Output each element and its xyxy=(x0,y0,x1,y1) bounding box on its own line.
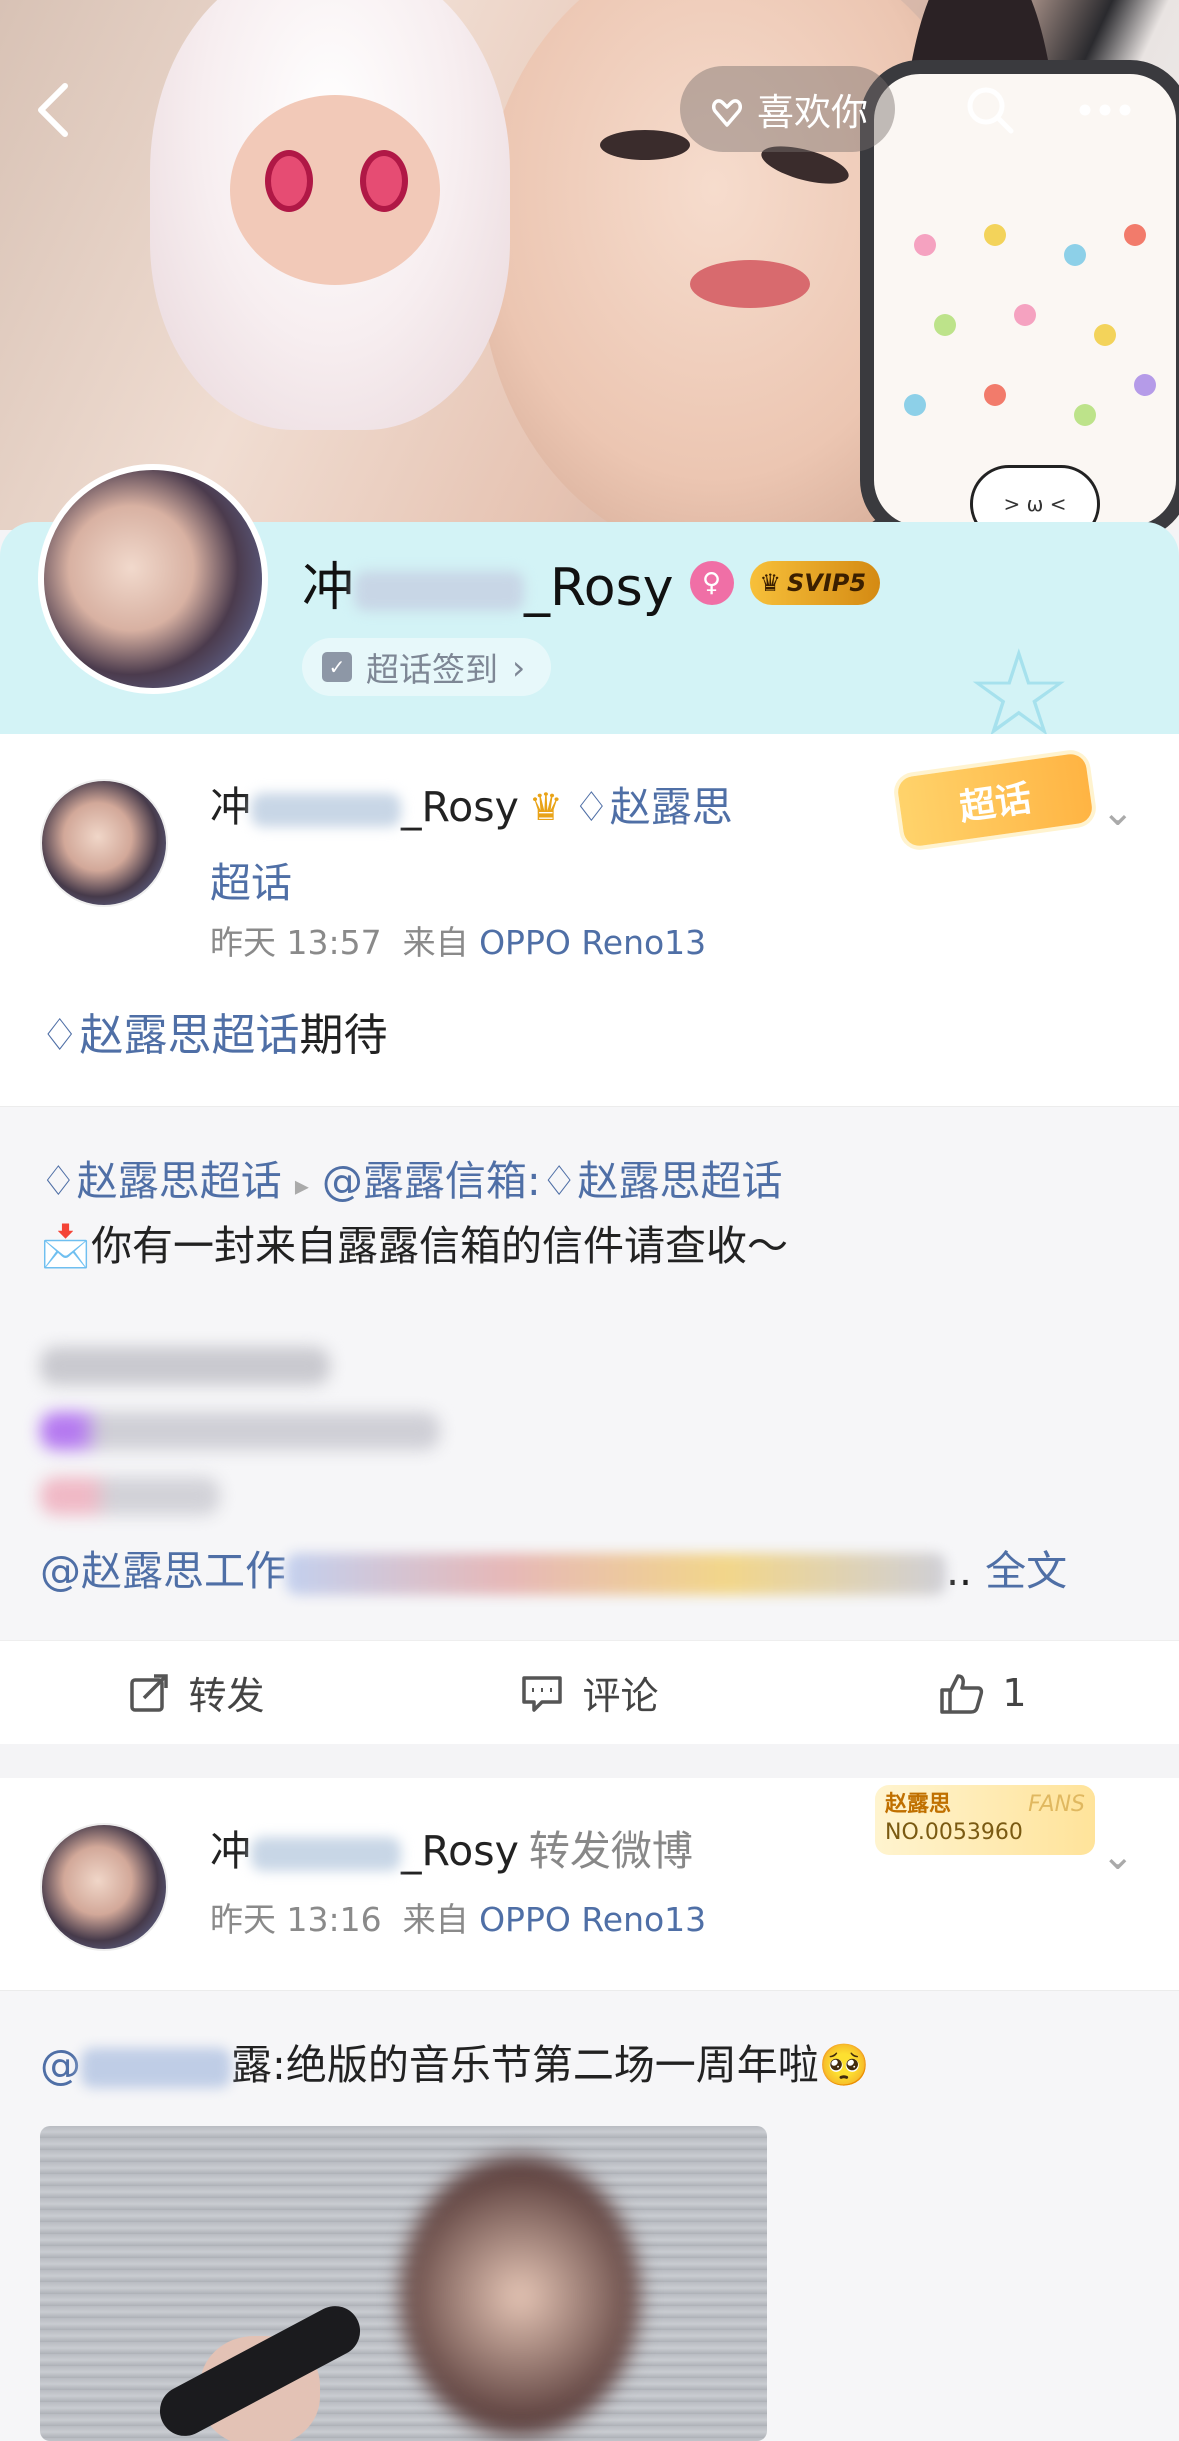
checkin-label: 超话签到 xyxy=(366,650,498,689)
quote-mention-line: @赵露思工作.. 全文 xyxy=(40,1547,1068,1595)
comment-button[interactable]: 评论 xyxy=(393,1641,786,1744)
device-link[interactable]: OPPO Reno13 xyxy=(479,1900,706,1939)
back-button[interactable] xyxy=(18,70,88,150)
post-author-name[interactable]: 冲 _Rosy xyxy=(210,1818,519,1884)
repost-action-text: 转发微博 xyxy=(528,1827,693,1875)
profile-name: 冲 _Rosy ♀ ♛ SVIP5 xyxy=(302,545,881,620)
diamond-icon: ♢ xyxy=(40,1157,77,1205)
supertopic-link[interactable]: ♢赵露思超话 xyxy=(40,1010,299,1061)
blurred-text xyxy=(40,1477,220,1515)
cover-eye xyxy=(600,130,690,160)
like-you-button[interactable]: 喜欢你 xyxy=(680,66,895,152)
repost-quote[interactable]: ♢赵露思超话 ▸ @露露信箱:♢赵露思超话 📩你有一封来自露露信箱的信件请查收～… xyxy=(0,1106,1179,1640)
diamond-icon: ♢ xyxy=(40,1010,80,1061)
chevron-down-icon[interactable]: ⌄ xyxy=(1101,789,1141,835)
post-author-avatar[interactable] xyxy=(40,1823,168,1951)
blurred-text xyxy=(40,1412,440,1450)
photo-person xyxy=(400,2156,640,2436)
post-body: ♢赵露思超话期待 xyxy=(40,1010,388,1061)
cover-plush-face xyxy=(230,95,440,285)
quote-header: ♢赵露思超话 ▸ @露露信箱:♢赵露思超话 xyxy=(40,1147,783,1207)
crown-icon: ♛ xyxy=(528,785,563,829)
profile-name-suffix: _Rosy xyxy=(524,558,674,618)
crown-icon: ♛ xyxy=(759,568,782,597)
supertopic-link-cont[interactable]: 超话 xyxy=(210,850,870,916)
chevron-right-icon: › xyxy=(512,647,526,687)
repost-button[interactable]: 转发 xyxy=(0,1641,393,1744)
device-link[interactable]: OPPO Reno13 xyxy=(479,923,706,962)
quote-text: @ 露:绝版的音乐节第二场一周年啦🥺 xyxy=(40,2041,870,2089)
more-button[interactable] xyxy=(1065,70,1145,150)
diamond-icon: ♢ xyxy=(572,783,610,831)
hand-heart-icon xyxy=(711,99,743,127)
supertopic-link[interactable]: ♢赵露思超话 xyxy=(541,1157,783,1205)
calendar-check-icon: ✓ xyxy=(322,652,352,682)
cover-lips xyxy=(690,260,810,308)
search-button[interactable] xyxy=(950,70,1030,150)
mention-link[interactable]: @ xyxy=(40,2041,81,2089)
cover-plush-eye xyxy=(265,150,313,212)
search-icon xyxy=(967,87,1014,134)
cover-plush-eye xyxy=(360,150,408,212)
blurred-text xyxy=(40,1347,330,1385)
mention-link[interactable]: @赵露思工作 xyxy=(40,1547,286,1595)
post-meta: 昨天 13:16 来自 OPPO Reno13 xyxy=(210,1900,707,1939)
more-dots-icon xyxy=(1079,104,1131,116)
blurred-name-segment xyxy=(354,571,525,611)
blurred-name-segment xyxy=(251,793,401,827)
supertopic-link[interactable]: ♢赵露思超话 xyxy=(40,1157,282,1205)
chevron-left-icon xyxy=(38,83,68,137)
post-photo[interactable] xyxy=(40,2126,767,2441)
like-you-label: 喜欢你 xyxy=(757,91,868,134)
blurred-text xyxy=(81,2048,231,2088)
svip-badge[interactable]: ♛ SVIP5 xyxy=(749,560,881,605)
diamond-icon: ♢ xyxy=(540,1157,578,1205)
thumbs-up-icon xyxy=(940,1673,984,1714)
profile-name-prefix: 冲 xyxy=(302,558,355,618)
mention-link[interactable]: @露露信箱: xyxy=(322,1157,541,1205)
full-text-link[interactable]: 全文 xyxy=(985,1547,1067,1595)
post-author-avatar[interactable] xyxy=(40,779,168,907)
post-action-bar: 转发 评论 1 xyxy=(0,1640,1179,1744)
post-author-line: 冲 _Rosy 转发微博 xyxy=(210,1818,870,1884)
post-meta: 昨天 13:57 来自 OPPO Reno13 xyxy=(210,923,707,962)
female-icon: ♀ xyxy=(689,560,734,605)
arrow-right-icon: ▸ xyxy=(294,1169,309,1202)
fans-badge: 赵露思 FANS NO.0053960 xyxy=(875,1785,1095,1855)
chevron-down-icon[interactable]: ⌄ xyxy=(1101,1833,1141,1879)
post-author-line: 冲 _Rosy ♛ ♢赵露思 超话 xyxy=(210,774,870,916)
blurred-name-segment xyxy=(251,1837,401,1871)
envelope-icon: 📩 xyxy=(40,1222,92,1270)
like-count: 1 xyxy=(1002,1670,1027,1715)
blurred-text xyxy=(286,1553,946,1595)
post-author-name[interactable]: 冲 _Rosy xyxy=(210,774,519,840)
profile-avatar[interactable] xyxy=(38,464,268,694)
comment-icon xyxy=(522,1675,563,1712)
like-button[interactable]: 1 xyxy=(786,1641,1179,1744)
quote-text: 📩你有一封来自露露信箱的信件请查收～ xyxy=(40,1222,789,1270)
repost-icon xyxy=(130,1673,169,1712)
supertopic-checkin-button[interactable]: ✓ 超话签到 › xyxy=(302,638,552,696)
supertopic-link[interactable]: ♢赵露思 xyxy=(573,774,733,840)
